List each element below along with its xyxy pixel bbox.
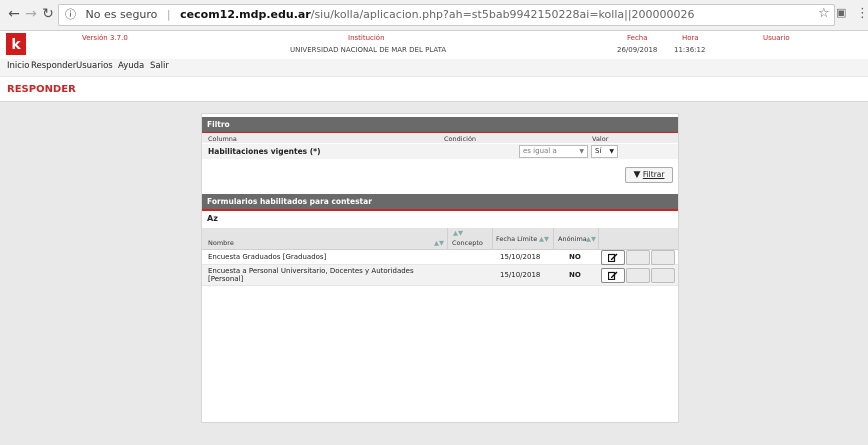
sort-fecha-icon[interactable]: ▲▼ — [539, 235, 549, 243]
col-anonima[interactable]: Anónima — [558, 235, 587, 243]
institucion-label: Institución — [348, 34, 385, 42]
fecha-value: 26/09/2018 — [617, 46, 658, 54]
action-button-disabled[interactable] — [626, 250, 650, 265]
forms-table-header: Nombre ▲▼ ▲▼ Concepto Fecha Límite ▲▼ An… — [202, 228, 678, 250]
security-info-icon[interactable]: ⓘ — [59, 8, 76, 21]
kolla-logo: k — [6, 33, 26, 55]
security-label: No es seguro — [85, 8, 158, 21]
value-selected: Sí — [595, 147, 602, 155]
filter-funnel-icon: ▼ — [633, 170, 641, 180]
usuario-label: Usuario — [763, 34, 790, 42]
edit-button[interactable] — [601, 268, 625, 283]
fecha-label: Fecha — [627, 34, 648, 42]
action-button-disabled[interactable] — [626, 268, 650, 283]
sort-az-icon[interactable]: Az — [207, 214, 218, 223]
hora-label: Hora — [682, 34, 699, 42]
address-host: cecom12.mdp.edu.ar — [180, 8, 311, 21]
address-separator: | — [166, 8, 171, 21]
condition-select[interactable]: es igual a ▼ — [519, 145, 588, 158]
edit-pencil-icon — [608, 271, 618, 280]
row-fecha: 15/10/2018 — [500, 271, 541, 279]
row-nombre: Encuesta Graduados [Graduados] — [208, 253, 327, 261]
sort-nombre-icon[interactable]: ▲▼ — [434, 239, 444, 247]
page-title: RESPONDER — [7, 84, 76, 95]
action-button-disabled[interactable] — [651, 268, 675, 283]
col-nombre[interactable]: Nombre — [208, 239, 234, 247]
bookmark-star-icon[interactable]: ☆ — [818, 6, 830, 21]
version-label: Versión 3.7.0 — [82, 34, 128, 42]
menu-usuarios[interactable]: Usuarios — [76, 61, 113, 71]
chevron-down-icon: ▼ — [609, 148, 614, 155]
forms-header: Formularios habilitados para contestar — [202, 194, 678, 211]
address-path: /siu/kolla/aplicacion.php?ah=st5bab99421… — [310, 8, 695, 21]
action-button-disabled[interactable] — [651, 250, 675, 265]
filtrar-button[interactable]: ▼ Filtrar — [625, 167, 673, 183]
forward-icon[interactable]: → — [23, 6, 39, 22]
extension-icon[interactable]: ▣ — [836, 6, 846, 19]
menu-salir[interactable]: Salir — [150, 61, 169, 71]
chevron-down-icon: ▼ — [579, 148, 584, 155]
filter-header: Filtro — [202, 117, 678, 134]
app-header: k Versión 3.7.0 Institución UNIVERSIDAD … — [0, 31, 868, 59]
col-concepto[interactable]: Concepto — [452, 239, 483, 247]
table-row: Encuesta Graduados [Graduados] 15/10/201… — [202, 250, 678, 265]
back-icon[interactable]: ← — [6, 6, 22, 22]
hora-value: 11:36:12 — [674, 46, 706, 54]
filter-col-columna: Columna — [208, 135, 237, 143]
browser-menu-icon[interactable]: ⋮ — [856, 6, 868, 21]
filter-col-valor: Valor — [592, 135, 609, 143]
menu-ayuda[interactable]: Ayuda — [118, 61, 144, 71]
filter-field-label: Habilitaciones vigentes (*) — [208, 147, 321, 156]
row-anonima: NO — [569, 253, 581, 261]
row-fecha: 15/10/2018 — [500, 253, 541, 261]
row-anonima: NO — [569, 271, 581, 279]
address-bar[interactable]: ⓘ No es seguro | cecom12.mdp.edu.ar/siu/… — [58, 4, 835, 26]
page-title-bar: RESPONDER — [0, 77, 868, 102]
main-panel: Filtro Columna Condición Valor Habilitac… — [201, 113, 679, 423]
col-fecha-limite[interactable]: Fecha Límite — [496, 235, 537, 243]
value-select[interactable]: Sí ▼ — [591, 145, 618, 158]
filter-column-header: Columna Condición Valor — [202, 133, 678, 143]
condition-value: es igual a — [523, 147, 557, 155]
sort-concepto-icon[interactable]: ▲▼ — [453, 229, 463, 237]
browser-toolbar: ← → ↻ ⓘ No es seguro | cecom12.mdp.edu.a… — [0, 0, 868, 31]
menu-inicio[interactable]: Inicio — [7, 61, 30, 71]
edit-button[interactable] — [601, 250, 625, 265]
filter-row: Habilitaciones vigentes (*) es igual a ▼ … — [202, 144, 678, 159]
row-nombre: Encuesta a Personal Universitario, Docen… — [208, 267, 414, 275]
filter-col-condicion: Condición — [444, 135, 477, 143]
menu-responder[interactable]: Responder — [31, 61, 76, 71]
filtrar-label: Filtrar — [642, 170, 665, 179]
main-menu: Inicio Responder Usuarios Ayuda Salir — [0, 59, 868, 76]
sort-anonima-icon[interactable]: ▲▼ — [586, 235, 596, 243]
table-row: Encuesta a Personal Universitario, Docen… — [202, 265, 678, 286]
edit-pencil-icon — [608, 253, 618, 262]
row-nombre-line2: [Personal] — [208, 275, 244, 283]
institucion-value: UNIVERSIDAD NACIONAL DE MAR DEL PLATA — [290, 46, 447, 54]
reload-icon[interactable]: ↻ — [40, 6, 56, 22]
